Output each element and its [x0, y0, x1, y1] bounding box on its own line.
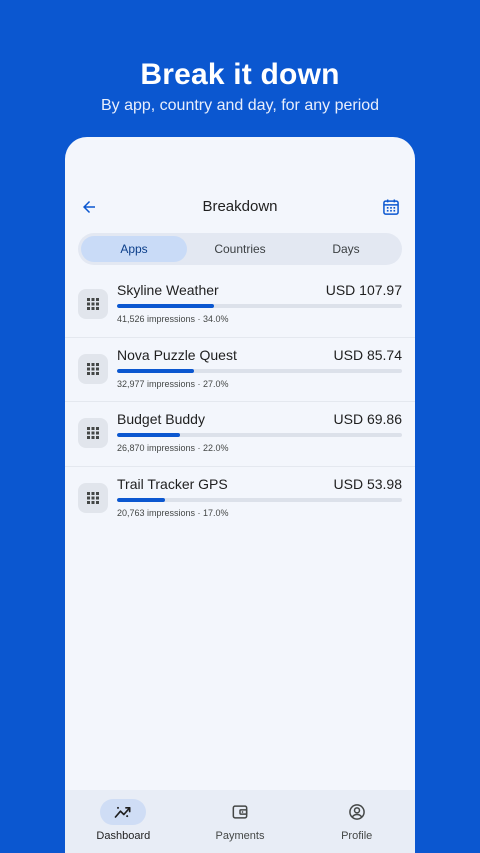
page-title: Breakdown: [202, 198, 278, 215]
wallet-icon: [232, 805, 248, 819]
share-bar: [117, 433, 402, 437]
list-item[interactable]: Skyline Weather USD 107.97 41,526 impres…: [65, 273, 415, 338]
tab-countries[interactable]: Countries: [187, 236, 293, 262]
share-bar: [117, 497, 402, 502]
list-item[interactable]: Nova Puzzle Quest USD 85.74 32,977 impre…: [65, 338, 415, 402]
app-revenue: USD 107.97: [325, 282, 402, 298]
app-name: Skyline Weather: [117, 282, 219, 298]
list-item[interactable]: Budget Buddy USD 69.86 26,870 impression…: [65, 402, 415, 467]
share-bar-fill: [117, 497, 166, 502]
phone-screen: Breakdown Apps Countries Days Skyline We…: [65, 137, 415, 853]
tab-apps[interactable]: Apps: [81, 236, 187, 262]
app-impressions: 41,526 impressions · 34.0%: [117, 314, 229, 324]
app-name: Trail Tracker GPS: [117, 475, 228, 492]
hero-subtitle: By app, country and day, for any period: [100, 97, 380, 114]
nav-dashboard-indicator: [100, 799, 147, 825]
share-bar: [117, 368, 402, 373]
app-grid-icon: [78, 289, 108, 319]
share-bar-fill: [117, 304, 214, 308]
trending-icon: [114, 806, 131, 818]
app-impressions: 20,763 impressions · 17.0%: [117, 507, 229, 518]
nav-dashboard-label: Dashboard: [96, 830, 151, 842]
app-revenue: USD 69.86: [333, 411, 402, 427]
app-impressions: 32,977 impressions · 27.0%: [117, 378, 229, 389]
account-icon: [348, 804, 365, 820]
app-revenue: USD 85.74: [333, 346, 402, 363]
share-bar: [117, 304, 402, 308]
app-name: Nova Puzzle Quest: [117, 346, 237, 363]
hero-title: Break it down: [140, 58, 340, 91]
calendar-icon: [383, 199, 399, 215]
app-name: Budget Buddy: [117, 411, 205, 427]
share-bar-fill: [117, 368, 194, 373]
top-app-bar: Breakdown: [65, 192, 415, 222]
app-grid-icon: [78, 418, 108, 448]
nav-payments[interactable]: Payments: [182, 790, 299, 853]
tab-days[interactable]: Days: [293, 236, 399, 262]
nav-payments-label: Payments: [215, 830, 265, 842]
app-revenue: USD 53.98: [333, 475, 402, 492]
share-bar-fill: [117, 433, 180, 437]
nav-payments-indicator: [217, 799, 263, 825]
breakdown-tabs: Apps Countries Days: [78, 233, 402, 265]
nav-profile-indicator: [334, 799, 380, 825]
list-item[interactable]: Trail Tracker GPS USD 53.98 20,763 impre…: [65, 467, 415, 532]
app-breakdown-list: Skyline Weather USD 107.97 41,526 impres…: [65, 273, 415, 531]
nav-dashboard[interactable]: Dashboard: [65, 790, 182, 853]
nav-profile[interactable]: Profile: [298, 790, 415, 853]
app-grid-icon: [78, 482, 108, 513]
app-grid-icon: [78, 353, 108, 384]
app-impressions: 26,870 impressions · 22.0%: [117, 443, 229, 453]
bottom-navigation: Dashboard Payments Profile: [65, 790, 415, 853]
nav-profile-label: Profile: [341, 830, 373, 842]
calendar-button[interactable]: [379, 195, 403, 219]
